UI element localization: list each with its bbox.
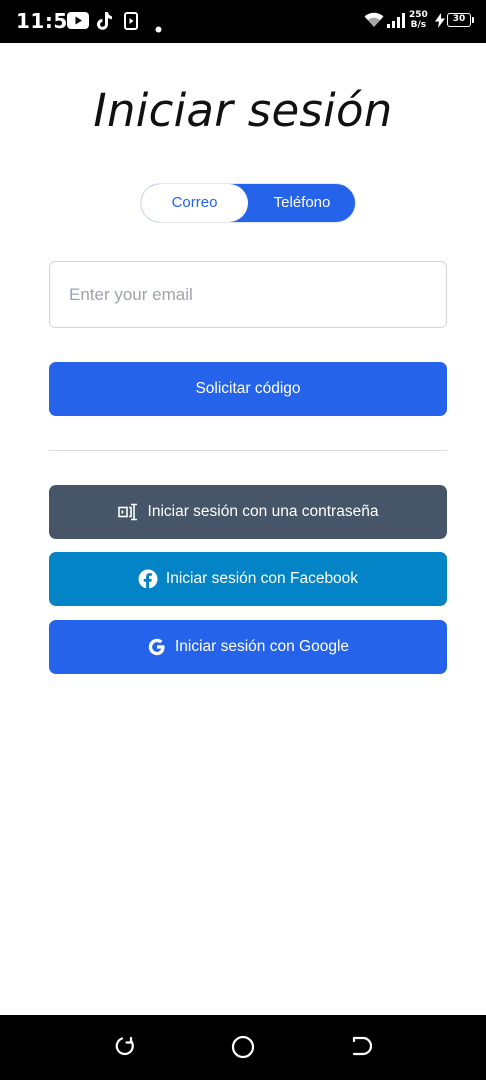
back-icon[interactable] <box>350 1035 373 1061</box>
media-icon <box>124 12 138 34</box>
page-title: Iniciar sesión <box>93 84 393 137</box>
request-code-label: Solicitar código <box>195 380 301 397</box>
signal-icon <box>387 12 405 33</box>
google-login-button[interactable]: Iniciar sesión con Google <box>49 620 447 674</box>
facebook-login-label: Iniciar sesión con Facebook <box>165 570 359 587</box>
divider <box>49 450 447 451</box>
facebook-login-button[interactable]: Iniciar sesión con Facebook <box>49 552 447 606</box>
password-login-button[interactable]: Iniciar sesión con una contraseña <box>49 485 447 539</box>
request-code-button[interactable]: Solicitar código <box>49 362 447 416</box>
google-login-label: Iniciar sesión con Google <box>174 638 350 655</box>
navigation-bar <box>0 1015 486 1080</box>
password-login-label: Iniciar sesión con una contraseña <box>147 503 379 520</box>
recent-apps-icon[interactable] <box>114 1035 136 1061</box>
status-bar: 11:50 250 B/s 30 <box>0 0 486 43</box>
tab-telefono[interactable]: Teléfono <box>248 184 355 222</box>
google-icon <box>147 637 167 657</box>
notification-dot-icon <box>155 18 162 37</box>
charging-icon <box>435 13 445 32</box>
tiktok-icon <box>95 11 113 35</box>
network-speed-unit: B/s <box>410 20 427 30</box>
battery-level: 30 <box>447 13 474 27</box>
home-icon[interactable] <box>231 1035 255 1063</box>
network-speed: 250 B/s <box>409 10 428 30</box>
wifi-icon <box>364 12 384 32</box>
password-icon <box>117 503 140 521</box>
network-speed-value: 250 <box>409 10 428 20</box>
email-input[interactable] <box>49 261 447 328</box>
facebook-icon <box>138 569 158 589</box>
tab-correo[interactable]: Correo <box>141 184 248 222</box>
login-mode-toggle[interactable]: Correo Teléfono <box>140 183 356 223</box>
youtube-icon <box>67 12 89 33</box>
